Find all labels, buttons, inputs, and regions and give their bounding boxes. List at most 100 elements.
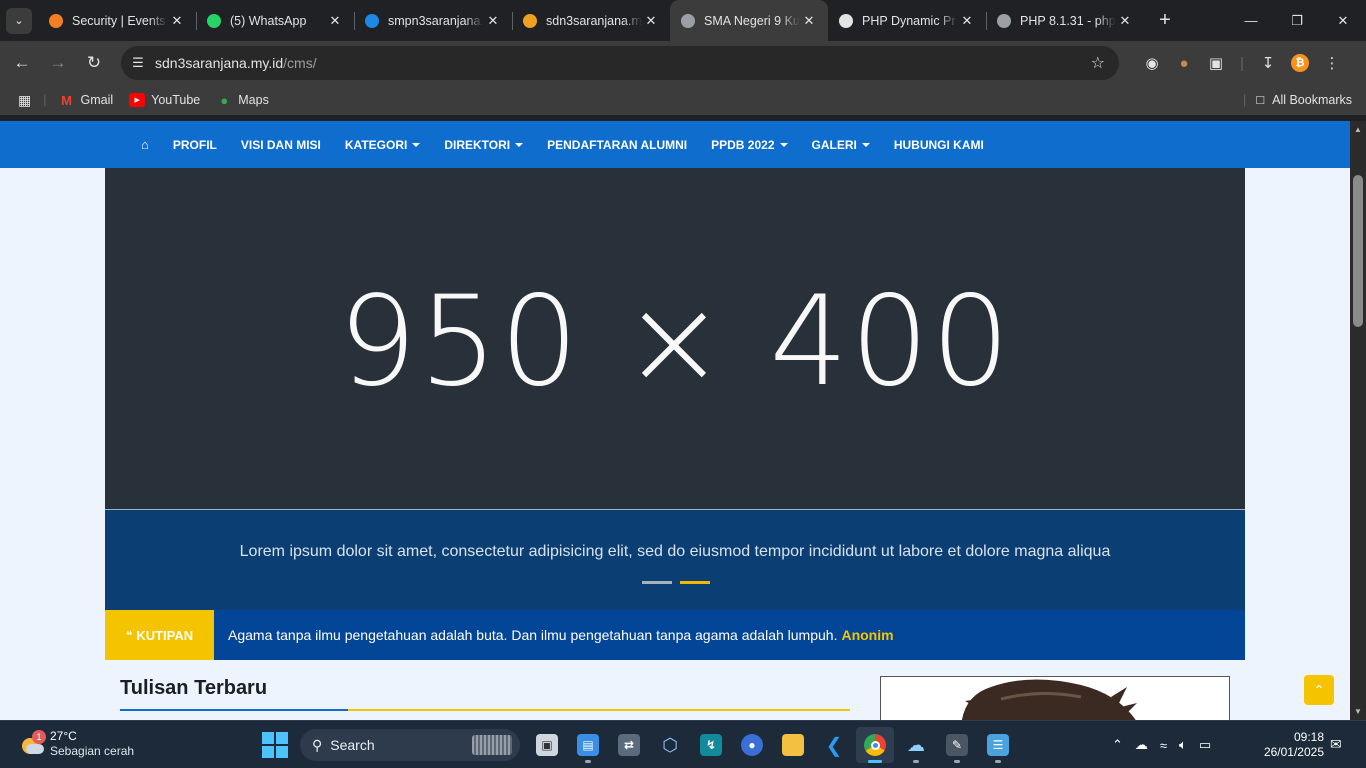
cartoon-hair-illustration (961, 679, 1137, 720)
close-tab-icon[interactable]: ✕ (958, 13, 976, 29)
window-controls: — ❐ ✕ (1228, 0, 1366, 41)
taskbar-app-notepad[interactable]: ☰ (979, 727, 1017, 763)
slide-indicator[interactable] (642, 581, 672, 584)
nav-item-direktori[interactable]: DIREKTORI (444, 138, 524, 152)
slide-indicator[interactable] (680, 581, 710, 584)
nav-item-profil[interactable]: PROFIL (173, 138, 217, 152)
taskbar-app-explorer[interactable] (774, 727, 812, 763)
download-icon[interactable]: ↧ (1252, 47, 1284, 79)
page-viewport: ⌂ PROFIL VISI DAN MISI KATEGORI DIREKTORI PE… (0, 121, 1350, 720)
new-tab-button[interactable]: + (1154, 9, 1176, 32)
bitcoin-icon[interactable]: ₿ (1284, 47, 1316, 79)
system-tray: ⌃ ☁ ≈ 🔈︎ ▭ (1112, 721, 1223, 768)
cloud-icon: ☁ (907, 734, 925, 755)
taskbar-app-virtualbox[interactable]: ⬡ (651, 727, 689, 763)
extension-icons: ◉ ● ▣ | ↧ ₿ ⋮ (1136, 41, 1348, 85)
taskbar-app-filezilla[interactable]: ↯ (692, 727, 730, 763)
minimize-icon[interactable]: — (1228, 0, 1274, 41)
close-tab-icon[interactable]: ✕ (1116, 13, 1134, 29)
browser-tab[interactable]: (5) WhatsApp ✕ (196, 0, 354, 41)
taskbar-app-task-view[interactable]: ▣ (528, 727, 566, 763)
tab-search-button[interactable]: ⌄ (6, 7, 32, 34)
bookmarks-divider: | (43, 93, 47, 107)
youtube-icon: ▶ (129, 93, 146, 107)
battery-icon[interactable]: ▭ (1199, 737, 1211, 753)
close-tab-icon[interactable]: ✕ (484, 13, 502, 29)
address-bar[interactable]: ☰ sdn3saranjana.my.id/cms/ ☆ (121, 46, 1119, 80)
bookmark-maps[interactable]: ● Maps (216, 93, 269, 108)
nav-item-pendaftaran-alumni[interactable]: PENDAFTARAN ALUMNI (547, 138, 687, 152)
slider-placeholder-text: 950 × 400 (337, 269, 1013, 414)
close-tab-icon[interactable]: ✕ (800, 13, 818, 29)
back-button[interactable]: ← (4, 45, 40, 81)
forward-button[interactable]: → (40, 45, 76, 81)
browser-tab[interactable]: PHP 8.1.31 - php ✕ (986, 0, 1144, 41)
bookmark-youtube[interactable]: ▶ YouTube (129, 93, 200, 107)
scroll-up-arrow-icon[interactable]: ▲ (1350, 125, 1366, 134)
taskbar-app-remote[interactable]: ▤ (569, 727, 607, 763)
comments-icon: ❝ (125, 629, 133, 642)
close-tab-icon[interactable]: ✕ (326, 13, 344, 29)
weather-widget[interactable]: 1 27°C Sebagian cerah (20, 729, 134, 759)
volume-icon[interactable]: 🔈︎ (1179, 737, 1187, 753)
nav-item-galeri[interactable]: GALERI (812, 138, 870, 152)
bookmarks-divider: | (1243, 92, 1247, 107)
taskbar-app-sublime[interactable]: ✎ (938, 727, 976, 763)
search-label: Search (330, 737, 375, 753)
tab-title: sdn3saranjana.my.id (546, 13, 642, 28)
openai-icon (838, 13, 854, 29)
nav-item-label: KATEGORI (344, 137, 408, 152)
bookmark-star-icon[interactable]: ☆ (1091, 53, 1105, 73)
taskbar-search[interactable]: ⚲ Search (300, 729, 520, 761)
browser-tab[interactable]: Security | Events ✕ (38, 0, 196, 41)
nav-item-visi-dan-misi[interactable]: VISI DAN MISI (241, 138, 321, 152)
nav-item-kategori[interactable]: KATEGORI (344, 137, 421, 152)
quote-bar: ❝ KUTIPAN Agama tanpa ilmu pengetahuan ad… (105, 610, 1245, 660)
apps-grid-icon[interactable]: ▦ (18, 92, 31, 109)
browser-tab[interactable]: sdn3saranjana.my.id✕ (512, 0, 670, 41)
nav-item-label: PROFIL (172, 137, 217, 152)
page-scrollbar[interactable]: ▲ ▼ (1350, 121, 1366, 720)
tab-title: PHP 8.1.31 - php (1020, 13, 1116, 28)
chrome-icon (864, 734, 886, 756)
close-tab-icon[interactable]: ✕ (642, 13, 660, 29)
taskbar-app-transfer[interactable]: ⇄ (610, 727, 648, 763)
bolt-icon: ↯ (700, 734, 722, 756)
nav-item-ppdb-2022[interactable]: PPDB 2022 (711, 138, 788, 152)
close-window-icon[interactable]: ✕ (1320, 0, 1366, 41)
bookmark-gmail[interactable]: M Gmail (58, 93, 113, 108)
reload-button[interactable]: ↻ (76, 45, 112, 81)
extension-icon[interactable]: ◉ (1136, 47, 1168, 79)
quote-author: Anonim (841, 627, 894, 643)
browser-toolbar: ← → ↻ ☰ sdn3saranjana.my.id/cms/ ☆ ◉ ● ▣… (0, 41, 1366, 85)
chevron-up-icon[interactable]: ⌃ (1112, 737, 1123, 753)
browser-tab[interactable]: PHP Dynamic Pr ✕ (828, 0, 986, 41)
notification-bell-icon[interactable]: ✉ (1330, 736, 1342, 753)
all-bookmarks-button[interactable]: | □ All Bookmarks (1243, 92, 1352, 107)
extension-icon[interactable]: ● (1168, 47, 1200, 79)
browser-tab[interactable]: SMA Negeri 9 Ku ✕ (670, 0, 828, 41)
start-button[interactable] (262, 732, 288, 758)
scroll-down-arrow-icon[interactable]: ▼ (1350, 707, 1366, 716)
restore-icon[interactable]: ❐ (1274, 0, 1320, 41)
wifi-icon[interactable]: ≈ (1160, 738, 1167, 753)
home-icon[interactable]: ⌂ (141, 137, 149, 152)
scroll-to-top-button[interactable]: ⌃ (1304, 675, 1334, 705)
browser-tab[interactable]: smpn3saranjana.my.id✕ (354, 0, 512, 41)
puzzle-icon[interactable]: ▣ (1200, 47, 1232, 79)
scrollbar-thumb[interactable] (1353, 175, 1363, 327)
taskbar-app-chrome[interactable] (856, 727, 894, 763)
taskbar-clock[interactable]: 09:18 26/01/2025 (1258, 730, 1324, 760)
taskbar-app-cloud[interactable]: ☁ (897, 727, 935, 763)
site-icon (522, 13, 538, 29)
site-info-icon[interactable]: ☰ (121, 55, 155, 71)
taskbar-app-vscode[interactable]: ❮ (815, 727, 853, 763)
editor-icon: ✎ (946, 734, 968, 756)
nav-item-hubungi-kami[interactable]: HUBUNGI KAMI (894, 138, 984, 152)
heading-underline (120, 709, 850, 711)
nav-item-label: HUBUNGI KAMI (893, 137, 984, 152)
onedrive-icon[interactable]: ☁ (1135, 737, 1148, 753)
menu-icon[interactable]: ⋮ (1316, 47, 1348, 79)
close-tab-icon[interactable]: ✕ (168, 13, 186, 29)
taskbar-app-vpn[interactable]: ● (733, 727, 771, 763)
